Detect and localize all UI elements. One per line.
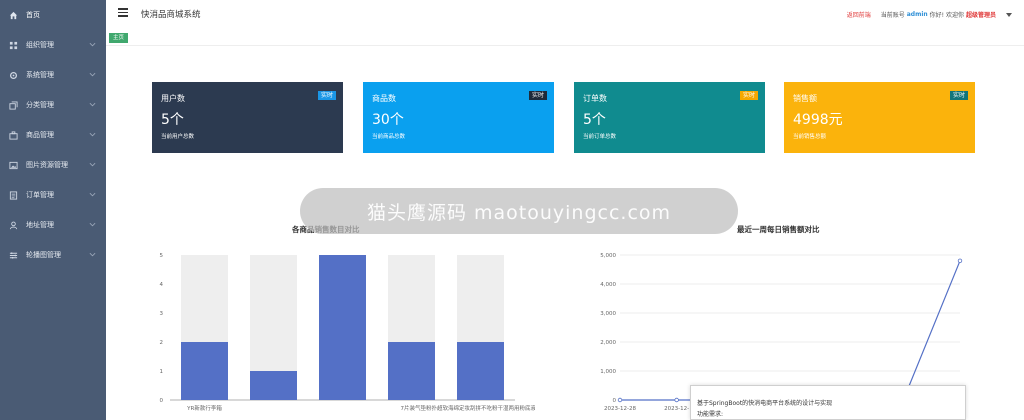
image-icon: [9, 161, 18, 170]
list-icon: [9, 190, 18, 200]
y-tick-label: 5: [160, 253, 164, 259]
top-header: 快消品商城系统 返回前端 当前账号 admin 你好! 欢迎你 超级管理员: [106, 0, 1024, 28]
bar: [319, 255, 366, 400]
card-value: 5个: [583, 112, 606, 128]
x-tick-label: YR新款行李箱: [186, 404, 222, 412]
info-popup: 基于SpringBoot的快消电商平台系统的设计与实现 功能需求:: [690, 385, 966, 420]
y-tick-label: 3: [160, 311, 164, 317]
header-user-area: 返回前端 当前账号 admin 你好! 欢迎你 超级管理员: [847, 10, 1012, 19]
sidebar-item-home[interactable]: 首页: [0, 0, 106, 30]
y-tick-label: 0: [613, 398, 617, 404]
card-value: 4998元: [793, 112, 843, 128]
sidebar-item-label: 组织管理: [26, 41, 54, 49]
briefcase-icon: [9, 130, 18, 140]
sidebar-item-label: 商品管理: [26, 131, 54, 139]
bar-chart: 0 1 2 3 4 5 YR新款行李箱 7片装气垫粉扑超软海绵定妆刮拼不吃粉干湿两用粉底液专用: [160, 253, 536, 412]
sidebar-item-orders[interactable]: 订单管理: [0, 180, 106, 210]
sidebar-item-label: 地址管理: [26, 221, 54, 229]
y-tick-label: 2: [160, 340, 164, 346]
sidebar-item-label: 分类管理: [26, 101, 54, 109]
tab-home[interactable]: 主页: [109, 33, 129, 43]
sidebar-item-images[interactable]: 图片资源管理: [0, 150, 106, 180]
tab-bar: 主页: [106, 30, 1024, 46]
home-icon: [9, 11, 18, 20]
copy-icon: [9, 100, 18, 110]
data-point: [674, 397, 679, 403]
menu-toggle-icon[interactable]: [118, 8, 128, 17]
sidebar-item-label: 系统管理: [26, 71, 54, 79]
app-title: 快消品商城系统: [141, 10, 201, 20]
stat-card-users: 用户数 实时 5个 当前用户总数: [152, 82, 343, 153]
card-title: 订单数: [583, 94, 607, 103]
y-tick-label: 5,000: [600, 253, 616, 259]
card-value: 30个: [372, 112, 404, 128]
stat-card-sales: 销售额 实时 4998元 当前销售总额: [784, 82, 975, 153]
line-chart-title: 最近一周每日销售额对比: [737, 225, 820, 234]
y-tick-label: 3,000: [600, 311, 616, 317]
account-prefix: 当前账号: [880, 12, 905, 19]
card-subtitle: 当前用户总数: [161, 134, 195, 140]
popup-line1: 基于SpringBoot的快消电商平台系统的设计与实现: [697, 400, 833, 407]
realtime-badge: 实时: [528, 91, 547, 100]
y-tick-label: 1,000: [600, 369, 616, 375]
card-title: 用户数: [161, 94, 185, 103]
x-tick-label: 2023-12-28: [604, 406, 636, 412]
gear-icon: [9, 71, 18, 80]
x-tick-label: 7片装气垫粉扑超软海绵定妆刮拼不吃粉干湿两用粉底液专用: [400, 404, 535, 412]
y-tick-label: 4,000: [600, 282, 616, 288]
card-subtitle: 当前订单总数: [583, 134, 617, 140]
bar: [388, 342, 435, 400]
sidebar-item-label: 轮播图管理: [26, 251, 61, 259]
chevron-down-icon: [89, 42, 96, 47]
card-value: 5个: [161, 112, 184, 128]
data-point: [617, 397, 623, 403]
greeting: 你好! 欢迎你: [929, 12, 964, 19]
chevron-down-icon: [89, 192, 96, 197]
sidebar-item-system[interactable]: 系统管理: [0, 60, 106, 90]
realtime-badge: 实时: [739, 91, 758, 100]
y-tick-label: 0: [160, 398, 164, 404]
user-icon: [9, 221, 18, 230]
chevron-down-icon: [89, 162, 96, 167]
y-tick-label: 2,000: [600, 340, 616, 346]
card-subtitle: 当前商品总数: [372, 134, 406, 140]
chevron-down-icon: [89, 252, 96, 257]
card-title: 销售额: [793, 94, 817, 103]
data-point: [957, 258, 963, 263]
grid-icon: [9, 41, 18, 50]
sidebar-item-org[interactable]: 组织管理: [0, 30, 106, 60]
user-role: 超级管理员: [965, 12, 996, 19]
back-to-frontend-link[interactable]: 返回前端: [847, 10, 871, 19]
sidebar-item-label: 图片资源管理: [26, 161, 68, 169]
chevron-down-icon: [89, 72, 96, 77]
sliders-icon: [9, 251, 18, 260]
series-line: [620, 260, 961, 401]
bar: [250, 371, 297, 400]
card-subtitle: 当前销售总额: [793, 134, 827, 140]
bar: [457, 342, 504, 400]
sidebar-item-label: 订单管理: [26, 191, 54, 199]
sidebar-item-category[interactable]: 分类管理: [0, 90, 106, 120]
sidebar-item-goods[interactable]: 商品管理: [0, 120, 106, 150]
y-tick-label: 1: [160, 369, 164, 375]
watermark-banner: 猫头鹰源码 maotouyingcc.com: [300, 188, 738, 234]
chevron-down-icon: [89, 132, 96, 137]
sidebar-item-address[interactable]: 地址管理: [0, 210, 106, 240]
bar: [181, 342, 228, 400]
x-tick-label: 2023-12-: [664, 406, 689, 412]
sidebar: 首页 组织管理 系统管理 分类管理 商品管理 图片资源管理 订单管理 地址管理 …: [0, 0, 106, 420]
card-title: 商品数: [372, 94, 396, 103]
y-tick-label: 4: [160, 282, 164, 288]
sidebar-item-carousel[interactable]: 轮播图管理: [0, 240, 106, 270]
stat-card-orders: 订单数 实时 5个 当前订单总数: [574, 82, 765, 153]
popup-line2: 功能需求:: [697, 411, 724, 418]
realtime-badge: 实时: [317, 91, 336, 100]
username: admin: [906, 11, 928, 18]
user-menu-caret-icon[interactable]: [1006, 12, 1012, 17]
chevron-down-icon: [89, 102, 96, 107]
chevron-down-icon: [89, 222, 96, 227]
stat-card-goods: 商品数 实时 30个 当前商品总数: [363, 82, 554, 153]
sidebar-item-label: 首页: [26, 11, 40, 19]
realtime-badge: 实时: [949, 91, 968, 100]
